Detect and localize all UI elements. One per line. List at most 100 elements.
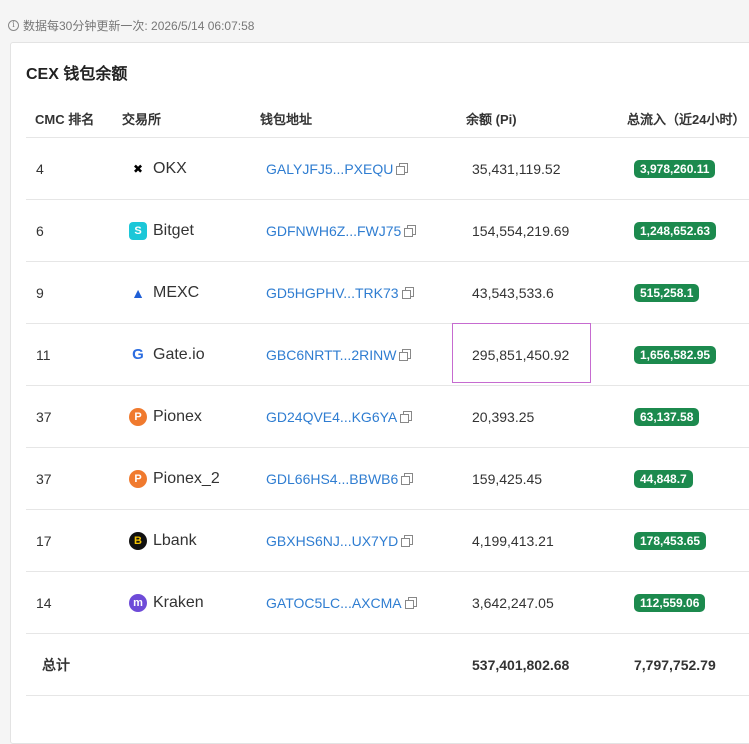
wallet-address-link[interactable]: GATOC5LC...AXCMA bbox=[266, 595, 402, 611]
gateio-logo-icon: G bbox=[132, 346, 144, 363]
inflow-badge: 178,453.65 bbox=[634, 531, 707, 550]
table-header-row: CMC 排名 交易所 钱包地址 余额 (Pi) 总流入（近24小时） bbox=[26, 100, 749, 138]
exchange-name[interactable]: Pionex bbox=[153, 408, 202, 426]
exchange-name[interactable]: OKX bbox=[153, 160, 187, 178]
column-header-balance[interactable]: 余额 (Pi) bbox=[466, 100, 627, 138]
wallet-address-link[interactable]: GD5HGPHV...TRK73 bbox=[266, 285, 399, 301]
copy-icon[interactable] bbox=[401, 535, 414, 547]
total-inflow: 7,797,752.79 bbox=[627, 633, 749, 696]
inflow-badge: 44,848.7 bbox=[634, 469, 693, 488]
inflow-cell: 1,656,582.95 bbox=[627, 323, 749, 386]
exchange-cell[interactable]: P Pionex bbox=[122, 385, 260, 448]
address-cell: GD5HGPHV...TRK73 bbox=[260, 261, 466, 324]
exchange-cell[interactable]: ▲ MEXC bbox=[122, 261, 260, 324]
wallet-address-link[interactable]: GDFNWH6Z...FWJ75 bbox=[266, 223, 401, 239]
table-row: 17 B Lbank GBXHS6NJ...UX7YD 4,199,413.21… bbox=[26, 509, 749, 572]
rank-cell: 14 bbox=[26, 571, 122, 634]
address-cell: GD24QVE4...KG6YA bbox=[260, 385, 466, 448]
balance-value: 20,393.25 bbox=[472, 408, 535, 425]
rank-cell: 37 bbox=[26, 447, 122, 510]
inflow-badge: 3,978,260.11 bbox=[634, 159, 716, 178]
exchange-cell[interactable]: B Lbank bbox=[122, 509, 260, 572]
inflow-cell: 3,978,260.11 bbox=[627, 137, 749, 200]
balance-cell: 159,425.45 bbox=[466, 447, 627, 510]
total-row: 总计 537,401,802.68 7,797,752.79 bbox=[26, 633, 749, 696]
balance-value: 3,642,247.05 bbox=[472, 594, 554, 611]
table-row: 6 S Bitget GDFNWH6Z...FWJ75 154,554,219.… bbox=[26, 199, 749, 262]
exchange-name[interactable]: MEXC bbox=[153, 284, 199, 302]
inflow-cell: 112,559.06 bbox=[627, 571, 749, 634]
update-notice: i 数据每30分钟更新一次: 2026/5/14 06:07:58 bbox=[8, 17, 254, 33]
card-title: CEX 钱包余额 bbox=[26, 66, 128, 83]
address-cell: GDFNWH6Z...FWJ75 bbox=[260, 199, 466, 262]
balance-value: 4,199,413.21 bbox=[472, 532, 554, 549]
rank-value: 17 bbox=[36, 532, 52, 549]
copy-icon[interactable] bbox=[401, 473, 414, 485]
exchange-name[interactable]: Pionex_2 bbox=[153, 470, 220, 488]
balance-cell: 295,851,450.92 bbox=[452, 323, 627, 386]
copy-icon[interactable] bbox=[404, 597, 417, 609]
exchange-name[interactable]: Gate.io bbox=[153, 346, 205, 364]
column-header-exchange[interactable]: 交易所 bbox=[122, 100, 260, 138]
exchange-name[interactable]: Lbank bbox=[153, 532, 197, 550]
inflow-badge: 112,559.06 bbox=[634, 593, 706, 612]
exchange-cell[interactable]: S Bitget bbox=[122, 199, 260, 262]
address-cell: GALYJFJ5...PXEQU bbox=[260, 137, 466, 200]
balance-cell: 154,554,219.69 bbox=[466, 199, 627, 262]
copy-icon[interactable] bbox=[396, 163, 409, 175]
wallet-address-link[interactable]: GDL66HS4...BBWB6 bbox=[266, 471, 398, 487]
wallet-address-link[interactable]: GALYJFJ5...PXEQU bbox=[266, 161, 393, 177]
balance-cell: 43,543,533.6 bbox=[466, 261, 627, 324]
total-label: 总计 bbox=[26, 633, 466, 696]
exchange-cell[interactable]: G Gate.io bbox=[122, 323, 260, 386]
kraken-logo-icon: m bbox=[129, 593, 147, 612]
exchange-name[interactable]: Bitget bbox=[153, 222, 194, 240]
wallet-address-link[interactable]: GD24QVE4...KG6YA bbox=[266, 409, 397, 425]
table-row: 4 ✖ OKX GALYJFJ5...PXEQU 35,431,119.52 3… bbox=[26, 137, 749, 200]
rank-cell: 11 bbox=[26, 323, 122, 386]
exchange-cell[interactable]: m Kraken bbox=[122, 571, 260, 634]
wallet-address-link[interactable]: GBC6NRTT...2RINW bbox=[266, 347, 396, 363]
update-notice-text: 数据每30分钟更新一次: 2026/5/14 06:07:58 bbox=[23, 18, 255, 33]
inflow-badge: 63,137.58 bbox=[634, 407, 700, 426]
balance-highlight-box bbox=[452, 323, 591, 383]
rank-value: 6 bbox=[36, 222, 44, 239]
balance-value: 43,543,533.6 bbox=[472, 284, 554, 301]
column-header-inflow[interactable]: 总流入（近24小时） bbox=[627, 100, 749, 138]
exchange-cell[interactable]: ✖ OKX bbox=[122, 137, 260, 200]
copy-icon[interactable] bbox=[401, 287, 414, 299]
wallet-table: CMC 排名 交易所 钱包地址 余额 (Pi) 总流入（近24小时） 4 ✖ O… bbox=[26, 100, 749, 696]
wallet-address-link[interactable]: GBXHS6NJ...UX7YD bbox=[266, 533, 398, 549]
inflow-cell: 178,453.65 bbox=[627, 509, 749, 572]
exchange-cell[interactable]: P Pionex_2 bbox=[122, 447, 260, 510]
info-icon: i bbox=[8, 19, 19, 31]
pionex-logo-icon: P bbox=[129, 469, 147, 488]
balance-cell: 35,431,119.52 bbox=[466, 137, 627, 200]
cex-wallet-card: CEX 钱包余额 CMC 排名 交易所 钱包地址 余额 (Pi) 总流入（近24… bbox=[10, 42, 749, 744]
copy-icon[interactable] bbox=[399, 349, 412, 361]
rank-cell: 6 bbox=[26, 199, 122, 262]
rank-value: 9 bbox=[36, 284, 44, 301]
table-row: 14 m Kraken GATOC5LC...AXCMA 3,642,247.0… bbox=[26, 571, 749, 634]
exchange-name[interactable]: Kraken bbox=[153, 594, 204, 612]
balance-cell: 20,393.25 bbox=[466, 385, 627, 448]
inflow-badge: 1,656,582.95 bbox=[634, 345, 717, 364]
address-cell: GBXHS6NJ...UX7YD bbox=[260, 509, 466, 572]
mexc-logo-icon: ▲ bbox=[131, 284, 145, 301]
copy-icon[interactable] bbox=[404, 225, 417, 237]
rank-cell: 4 bbox=[26, 137, 122, 200]
inflow-badge: 515,258.1 bbox=[634, 283, 700, 302]
total-balance: 537,401,802.68 bbox=[466, 633, 627, 696]
balance-cell: 3,642,247.05 bbox=[466, 571, 627, 634]
rank-value: 37 bbox=[36, 470, 52, 487]
okx-logo-icon: ✖ bbox=[132, 161, 144, 176]
column-header-address[interactable]: 钱包地址 bbox=[260, 100, 466, 138]
copy-icon[interactable] bbox=[400, 411, 413, 423]
balance-value: 35,431,119.52 bbox=[472, 160, 561, 177]
table-row: 37 P Pionex GD24QVE4...KG6YA 20,393.25 6… bbox=[26, 385, 749, 448]
rank-value: 11 bbox=[36, 346, 51, 363]
inflow-cell: 63,137.58 bbox=[627, 385, 749, 448]
table-row: 11 G Gate.io GBC6NRTT...2RINW 295,851,45… bbox=[26, 323, 749, 386]
column-header-rank[interactable]: CMC 排名 bbox=[26, 100, 122, 138]
rank-cell: 37 bbox=[26, 385, 122, 448]
